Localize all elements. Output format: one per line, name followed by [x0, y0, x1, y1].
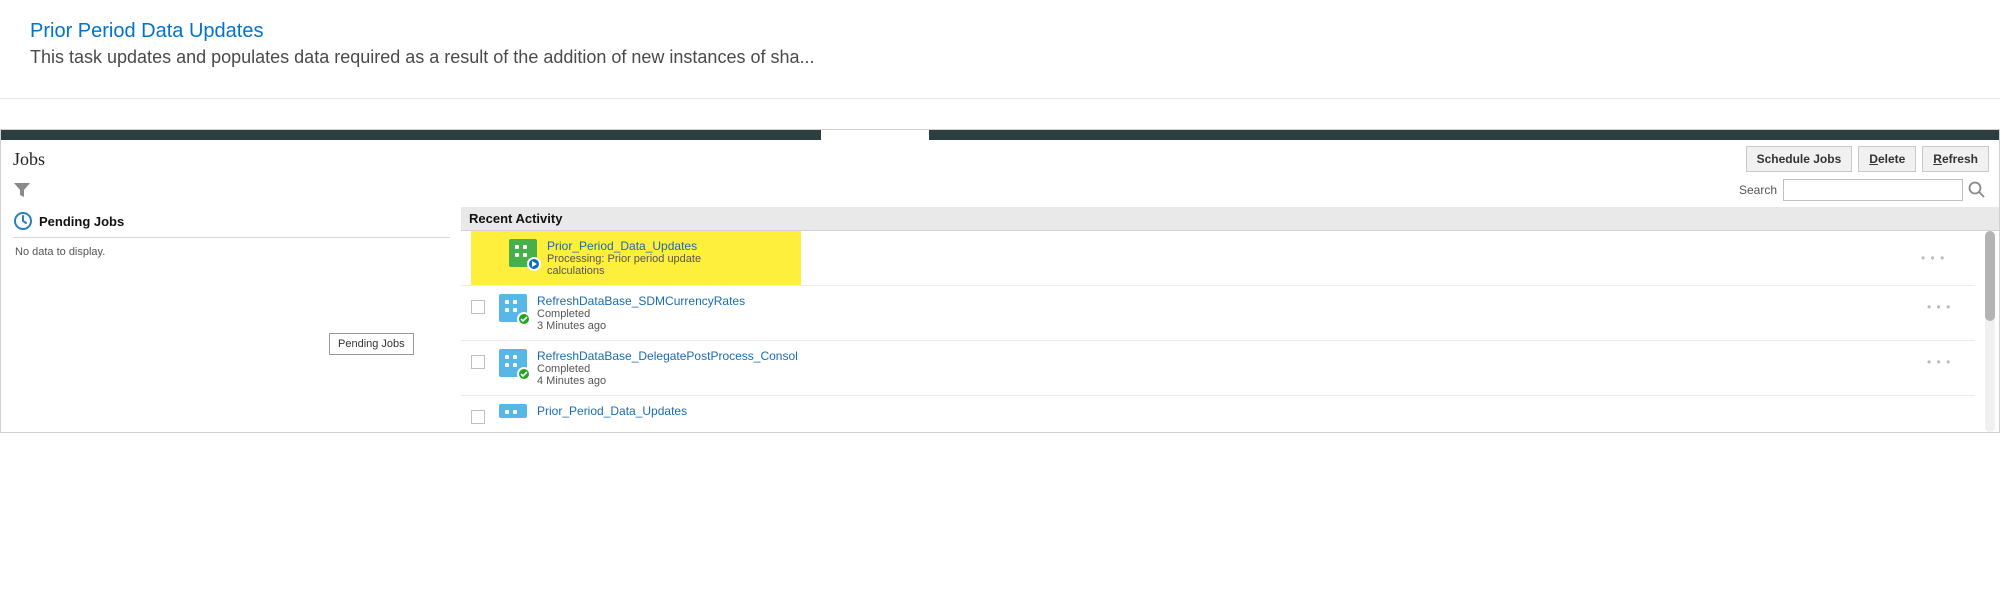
activity-row: Prior_Period_Data_Updates — [461, 396, 1975, 432]
search-button[interactable] — [1967, 179, 1989, 201]
activity-time-text: 4 Minutes ago — [537, 375, 1927, 387]
activity-name-link[interactable]: RefreshDataBase_DelegatePostProcess_Cons… — [537, 349, 1927, 363]
activity-name-link[interactable]: Prior_Period_Data_Updates — [547, 239, 741, 253]
activity-status-text: Completed — [537, 363, 1927, 375]
delete-button[interactable]: Delete — [1858, 146, 1916, 172]
completed-badge-icon — [517, 312, 531, 326]
clock-icon — [13, 211, 33, 231]
job-type-icon — [499, 294, 527, 322]
filter-icon[interactable] — [13, 182, 31, 198]
row-actions-menu[interactable]: • • • — [1927, 349, 1951, 369]
row-checkbox[interactable] — [471, 410, 485, 424]
jobs-body: Pending Jobs No data to display. Pending… — [1, 207, 1999, 432]
pending-jobs-empty-text: No data to display. — [13, 238, 460, 258]
recent-activity-list: Prior_Period_Data_Updates Processing: Pr… — [461, 231, 1999, 432]
pending-jobs-tooltip: Pending Jobs — [329, 333, 414, 355]
row-actions-menu[interactable]: • • • — [1927, 294, 1951, 314]
recent-activity-heading: Recent Activity — [461, 207, 1999, 231]
processing-badge-icon — [527, 257, 541, 271]
activity-name-link[interactable]: RefreshDataBase_SDMCurrencyRates — [537, 294, 1927, 308]
scrollbar[interactable] — [1985, 231, 1995, 432]
pending-jobs-header: Pending Jobs — [13, 207, 450, 238]
jobs-topbar — [1, 130, 1999, 140]
jobs-panel: Jobs Schedule Jobs Delete Refresh Search… — [0, 129, 2000, 433]
row-checkbox[interactable] — [471, 355, 485, 369]
completed-badge-icon — [517, 367, 531, 381]
search-label: Search — [1739, 183, 1777, 197]
row-actions-menu[interactable]: • • • — [1921, 245, 1945, 265]
activity-name-link[interactable]: Prior_Period_Data_Updates — [537, 404, 1965, 418]
activity-row: Prior_Period_Data_Updates Processing: Pr… — [461, 231, 1975, 286]
task-title-link[interactable]: Prior Period Data Updates — [30, 20, 1970, 43]
job-type-icon — [509, 239, 537, 267]
row-checkbox[interactable] — [471, 300, 485, 314]
activity-status-text: Processing: Prior period update calculat… — [547, 253, 741, 277]
refresh-button[interactable]: Refresh — [1922, 146, 1989, 172]
activity-status-text: Completed — [537, 308, 1927, 320]
job-type-icon — [499, 404, 527, 418]
activity-row: RefreshDataBase_SDMCurrencyRates Complet… — [461, 286, 1975, 341]
pending-jobs-heading-text: Pending Jobs — [39, 214, 124, 229]
activity-row: RefreshDataBase_DelegatePostProcess_Cons… — [461, 341, 1975, 396]
task-description-text: This task updates and populates data req… — [30, 47, 1970, 68]
jobs-header: Jobs Schedule Jobs Delete Refresh — [1, 140, 1999, 177]
recent-activity-column: Recent Activity Prior_Pe — [461, 207, 1999, 432]
job-type-icon — [499, 349, 527, 377]
filter-search-row: Search — [1, 177, 1999, 207]
schedule-jobs-button[interactable]: Schedule Jobs — [1746, 146, 1853, 172]
jobs-title: Jobs — [13, 149, 45, 170]
task-description-block: Prior Period Data Updates This task upda… — [0, 0, 2000, 99]
search-input[interactable] — [1783, 179, 1963, 201]
activity-time-text: 3 Minutes ago — [537, 320, 1927, 332]
pending-jobs-column: Pending Jobs No data to display. Pending… — [1, 207, 461, 432]
